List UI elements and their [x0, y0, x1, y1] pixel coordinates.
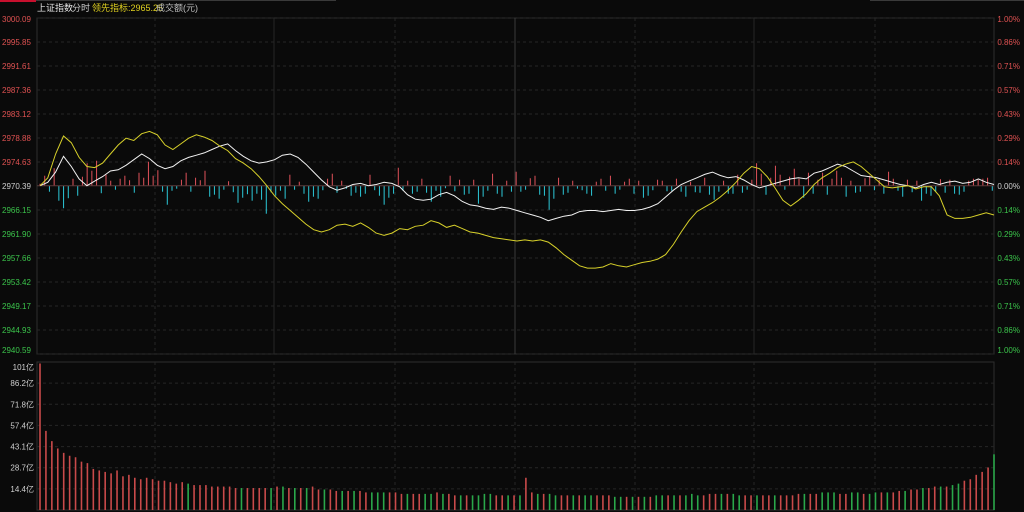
percent-tick-label: 0.86% [997, 326, 1020, 335]
percent-tick-label: 0.29% [997, 134, 1020, 143]
percent-tick-label: 1.00% [997, 346, 1020, 355]
price-tick-label: 2961.90 [2, 230, 31, 239]
volume-tick-label: 43.1亿 [10, 442, 34, 452]
percent-tick-label: 0.43% [997, 254, 1020, 263]
percent-tick-label: 0.71% [997, 62, 1020, 71]
percent-tick-label: 0.14% [997, 206, 1020, 215]
price-tick-label: 2978.88 [2, 134, 31, 143]
price-tick-label: 2944.93 [2, 326, 31, 335]
price-tick-label: 3000.09 [2, 15, 31, 24]
price-tick-label: 2970.39 [2, 182, 31, 191]
price-tick-label: 2953.42 [2, 278, 31, 287]
percent-tick-label: 0.29% [997, 230, 1020, 239]
volume-tick-label: 101亿 [13, 362, 34, 372]
percent-tick-label: 0.14% [997, 158, 1020, 167]
percent-tick-label: 0.86% [997, 38, 1020, 47]
price-tick-label: 2940.59 [2, 346, 31, 355]
percent-tick-label: 0.00% [997, 182, 1020, 191]
percent-tick-label: 0.43% [997, 110, 1020, 119]
volume-tick-label: 86.2亿 [10, 378, 34, 388]
volume-tick-label: 28.7亿 [10, 463, 34, 473]
price-tick-label: 2949.17 [2, 302, 31, 311]
price-tick-label: 2957.66 [2, 254, 31, 263]
price-tick-label: 2983.12 [2, 110, 31, 119]
leading-indicator-line [39, 130, 995, 269]
price-tick-label: 2966.15 [2, 206, 31, 215]
intraday-chart: 3000.09 1.00% 2995.85 0.86% 2991.61 0.71% 2987… [2, 15, 1020, 511]
price-tick-label: 2987.36 [2, 86, 31, 95]
price-tick-label: 2974.63 [2, 158, 31, 167]
percent-tick-label: 1.00% [997, 15, 1020, 24]
price-tick-label: 2995.85 [2, 38, 31, 47]
volume-tick-label: 71.8亿 [10, 399, 34, 409]
percent-tick-label: 0.57% [997, 86, 1020, 95]
volume-tick-label: 57.4亿 [10, 420, 34, 430]
volume-tick-label: 14.4亿 [10, 484, 34, 494]
percent-tick-label: 0.57% [997, 278, 1020, 287]
percent-tick-label: 0.71% [997, 302, 1020, 311]
price-tick-label: 2991.61 [2, 62, 31, 71]
